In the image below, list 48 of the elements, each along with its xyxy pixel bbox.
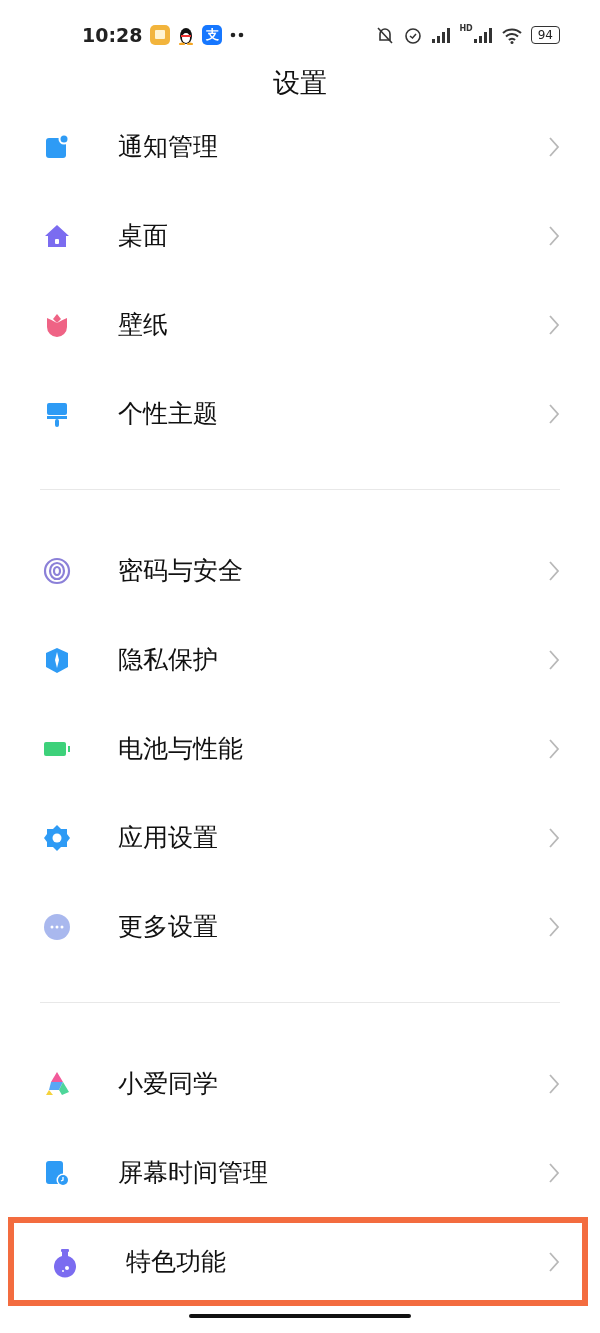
settings-item[interactable]: 通知管理 bbox=[0, 102, 600, 191]
status-time: 10:28 bbox=[82, 22, 143, 48]
item-label: 电池与性能 bbox=[118, 732, 244, 765]
chevron-right-icon bbox=[548, 559, 560, 582]
settings-item[interactable]: 小爱同学 bbox=[0, 1039, 600, 1128]
note-app-icon bbox=[150, 25, 171, 45]
signal-icon bbox=[431, 25, 452, 45]
settings-item[interactable]: 桌面 bbox=[0, 191, 600, 280]
chevron-right-icon bbox=[548, 313, 560, 336]
chevron-right-icon bbox=[548, 1161, 560, 1184]
item-label: 隐私保护 bbox=[118, 643, 219, 676]
settings-item[interactable]: 隐私保护 bbox=[0, 615, 600, 704]
item-label: 屏幕时间管理 bbox=[118, 1156, 269, 1189]
chevron-right-icon bbox=[548, 915, 560, 938]
chevron-right-icon bbox=[548, 224, 560, 247]
settings-item[interactable]: 壁纸 bbox=[0, 280, 600, 369]
signal-icon bbox=[472, 25, 493, 45]
settings-item[interactable]: 密码与安全 bbox=[0, 526, 600, 615]
item-label: 壁纸 bbox=[118, 308, 169, 341]
battery-level: 94 bbox=[530, 26, 560, 44]
chevron-right-icon bbox=[548, 402, 560, 425]
item-label: 特色功能 bbox=[126, 1245, 227, 1278]
settings-item[interactable]: 屏幕时间管理 bbox=[0, 1128, 600, 1217]
chevron-right-icon bbox=[548, 135, 560, 158]
item-label: 密码与安全 bbox=[118, 554, 244, 587]
wifi-icon bbox=[500, 26, 523, 44]
chevron-right-icon bbox=[548, 737, 560, 760]
page-title: 设置 bbox=[272, 66, 328, 100]
chevron-right-icon bbox=[548, 648, 560, 671]
item-label: 应用设置 bbox=[118, 821, 219, 854]
settings-item[interactable]: 电池与性能 bbox=[0, 704, 600, 793]
settings-item[interactable]: 应用设置 bbox=[0, 793, 600, 882]
settings-item[interactable]: 个性主题 bbox=[0, 369, 600, 458]
item-label: 小爱同学 bbox=[118, 1067, 219, 1100]
muted-bell-icon bbox=[375, 25, 396, 45]
chevron-right-icon bbox=[548, 1250, 560, 1273]
item-label: 更多设置 bbox=[118, 910, 219, 943]
payment-app-icon: 支 bbox=[202, 25, 223, 45]
settings-item[interactable]: 特色功能 bbox=[8, 1217, 588, 1306]
item-label: 通知管理 bbox=[118, 130, 219, 163]
settings-item[interactable]: 更多设置 bbox=[0, 882, 600, 971]
more-icon bbox=[230, 32, 245, 38]
chevron-right-icon bbox=[548, 1072, 560, 1095]
penguin-icon bbox=[178, 25, 195, 45]
item-label: 桌面 bbox=[118, 219, 169, 252]
chevron-right-icon bbox=[548, 826, 560, 849]
item-label: 个性主题 bbox=[118, 397, 219, 430]
network-label: HD bbox=[459, 25, 473, 33]
